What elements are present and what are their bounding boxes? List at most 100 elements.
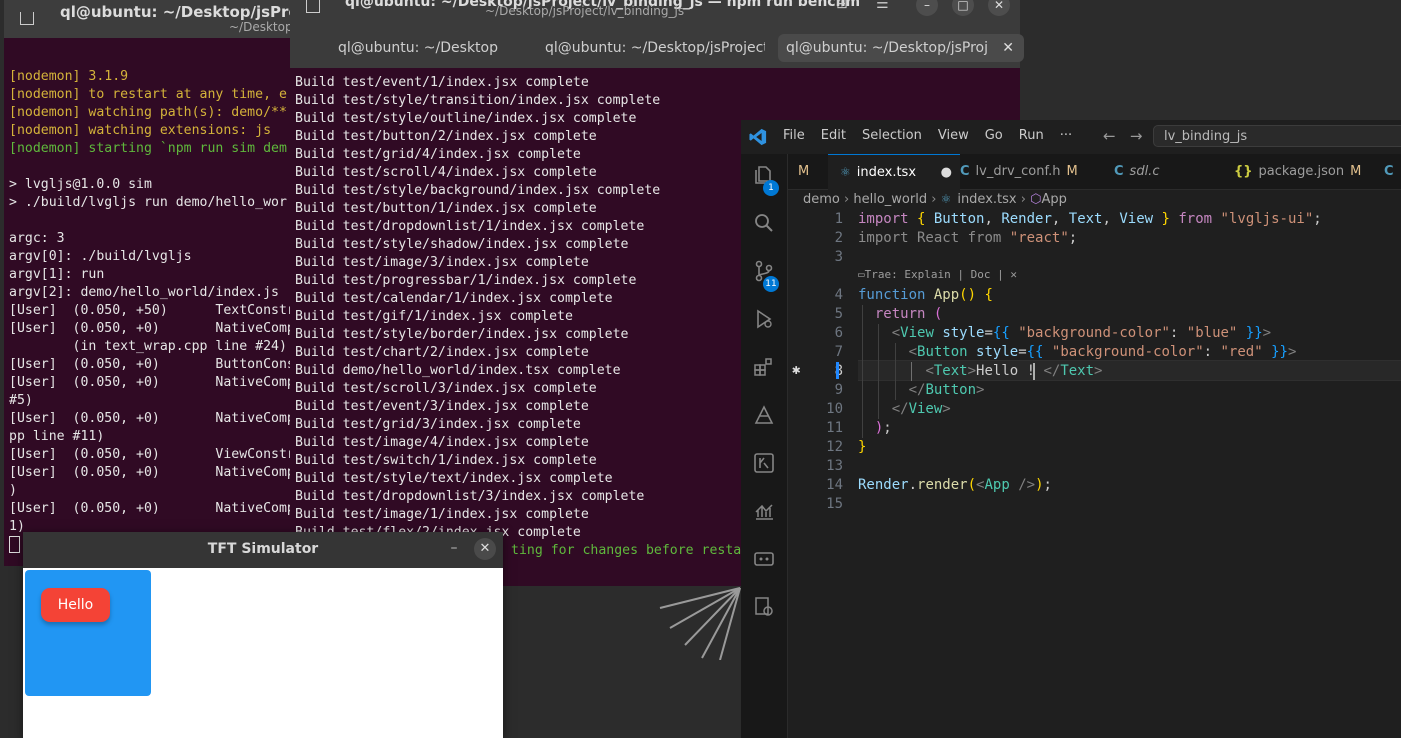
- code-line: <Button style={{ "background-color": "re…: [908, 344, 1297, 360]
- menu-item-edit[interactable]: Edit: [821, 128, 846, 143]
- codelens-text: Trae: Explain | Doc | ✕: [864, 268, 1017, 281]
- tft-simulator-window[interactable]: TFT Simulator – ✕ Hello: [23, 532, 503, 738]
- terminal-line: Build test/style/shadow/index.jsx comple…: [295, 237, 629, 252]
- hamburger-menu-icon[interactable]: ☰: [876, 0, 889, 12]
- settings-sync-icon[interactable]: [751, 596, 777, 622]
- terminal-window-1[interactable]: ql@ubuntu: ~/Desktop/jsProject/ ~/Deskto…: [4, 0, 336, 566]
- menu-item-file[interactable]: File: [783, 128, 805, 143]
- run-debug-icon[interactable]: [751, 308, 777, 334]
- terminal-tab-2[interactable]: ql@ubuntu: ~/Desktop/jsProject/: [545, 34, 765, 62]
- terminal-line: argv[0]: ./build/lvgljs: [9, 249, 192, 264]
- device-icon[interactable]: [751, 548, 777, 574]
- terminal-line: (in text_wrap.cpp line #24): [9, 339, 287, 354]
- editor-tab[interactable]: Clv_drv_conf.h M: [948, 154, 1114, 189]
- tab-modified-flag: M: [1350, 164, 1362, 179]
- trae-ai-icon[interactable]: [751, 404, 777, 430]
- editor-tab[interactable]: ⚛ index.tsx ●: [828, 154, 960, 190]
- forward-arrow-icon[interactable]: →: [1130, 127, 1143, 145]
- terminal-line: argc: 3: [9, 231, 65, 246]
- breadcrumb-item[interactable]: hello_world: [853, 192, 927, 207]
- terminal-line: Build test/scroll/4/index.jsx complete: [295, 165, 597, 180]
- breadcrumb-item[interactable]: index.tsx: [957, 192, 1016, 207]
- line-number: 9: [834, 382, 843, 398]
- analytics-icon[interactable]: [751, 500, 777, 526]
- terminal-line: Build test/style/text/index.jsx complete: [295, 471, 613, 486]
- code-editor[interactable]: 123456789101112131415 ✱ import { Button,…: [788, 210, 1401, 738]
- terminal-line: Build test/button/1/index.jsx complete: [295, 201, 597, 216]
- terminal-line: Build test/grid/4/index.jsx complete: [295, 147, 581, 162]
- hello-button[interactable]: Hello: [41, 588, 110, 622]
- minimize-icon[interactable]: –: [916, 0, 938, 16]
- tft-titlebar[interactable]: TFT Simulator – ✕: [23, 532, 503, 568]
- vscode-logo-icon: [749, 128, 767, 146]
- terminal-line: Build test/switch/1/index.jsx complete: [295, 453, 597, 468]
- c-file-icon: C: [1384, 164, 1394, 179]
- line-number: 2: [834, 230, 843, 246]
- terminal-line: Build test/style/outline/index.jsx compl…: [295, 111, 637, 126]
- code-line: <Text>Hello ! </Text>: [925, 363, 1103, 379]
- line-number: 7: [834, 344, 843, 360]
- editor-tab[interactable]: C: [1372, 154, 1401, 189]
- source-control-badge: 11: [763, 276, 779, 292]
- terminal-line: pp line #11): [9, 429, 105, 444]
- tab-modified-flag: M: [798, 164, 810, 179]
- breadcrumb-item[interactable]: demo: [803, 192, 840, 207]
- tab-label: package.json: [1258, 164, 1345, 179]
- terminal-line: Build test/image/1/index.jsx complete: [295, 507, 589, 522]
- close-icon[interactable]: ✕: [474, 538, 496, 560]
- close-tab-icon[interactable]: ✕: [1002, 34, 1014, 62]
- vscode-window[interactable]: File Edit Selection View Go Run ··· ← → lv_bin…: [741, 120, 1401, 738]
- terminal-line: [nodemon] 3.1.9: [9, 69, 129, 84]
- maximize-icon[interactable]: □: [952, 0, 974, 16]
- extensions-icon[interactable]: [751, 356, 777, 382]
- tsx-file-icon: ⚛: [940, 192, 952, 206]
- codelens-icon: ▭: [858, 268, 865, 281]
- tab-label: lv_drv_conf.h: [975, 164, 1061, 179]
- terminal-tabs: ql@ubuntu: ~/Desktop ql@ubuntu: ~/Deskto…: [290, 34, 1024, 64]
- terminal-2-output[interactable]: Build test/event/1/index.jsx complete Bui…: [295, 74, 749, 560]
- code-line: return (: [874, 306, 943, 322]
- tab-label: ql@ubuntu: ~/Desktop: [338, 40, 498, 56]
- terminal-1-output[interactable]: [nodemon] 3.1.9 [nodemon] to restart at a…: [9, 68, 295, 556]
- terminal-1-header[interactable]: ql@ubuntu: ~/Desktop/jsProject/ ~/Deskto…: [4, 0, 336, 38]
- minimize-icon[interactable]: –: [443, 538, 465, 560]
- editor-tab[interactable]: Csdl.c: [1102, 154, 1234, 189]
- line-number: 4: [834, 287, 843, 303]
- terminal-2-header[interactable]: ql@ubuntu: ~/Desktop/jsProject/lv_bindin…: [290, 0, 1024, 68]
- remote-explorer-icon[interactable]: [751, 452, 777, 478]
- terminal-line: [nodemon] watching extensions: js: [9, 123, 272, 138]
- activity-bar: 1 11: [741, 154, 788, 738]
- line-number: 5: [834, 306, 843, 322]
- search-icon[interactable]: [751, 212, 777, 238]
- tab-label: sdl.c: [1129, 164, 1160, 179]
- close-icon[interactable]: ✕: [988, 0, 1010, 16]
- editor-tab[interactable]: {} package.json M: [1222, 154, 1384, 189]
- menu-item-go[interactable]: Go: [985, 128, 1003, 143]
- terminal-tab-1[interactable]: ql@ubuntu: ~/Desktop: [338, 34, 538, 62]
- code-content[interactable]: import { Button, Render, Text, View } fr…: [858, 210, 1322, 493]
- code-lens[interactable]: ▭Trae: Explain | Doc | ✕: [858, 268, 1017, 281]
- grid-view-icon[interactable]: ⊞: [836, 0, 848, 12]
- menu-item-run[interactable]: Run: [1019, 128, 1044, 143]
- new-tab-icon[interactable]: [306, 0, 320, 13]
- command-center-search[interactable]: lv_binding_js: [1153, 125, 1401, 147]
- breadcrumb-item[interactable]: App: [1041, 192, 1066, 207]
- terminal-line: Build test/dropdownlist/1/index.jsx comp…: [295, 219, 645, 234]
- terminal-line: Build test/gif/1/index.jsx complete: [295, 309, 573, 324]
- ai-sparkle-icon[interactable]: ✱: [792, 362, 800, 378]
- menu-bar: File Edit Selection View Go Run ···: [783, 128, 1088, 143]
- menu-item-view[interactable]: View: [938, 128, 969, 143]
- terminal-line: [nodemon] watching path(s): demo/**: [9, 105, 287, 120]
- menu-item-selection[interactable]: Selection: [862, 128, 922, 143]
- back-arrow-icon[interactable]: ←: [1103, 127, 1116, 145]
- editor-tab[interactable]: M: [792, 154, 830, 189]
- menu-item-[interactable]: ···: [1060, 128, 1072, 143]
- code-line: import React from "react";: [858, 230, 1078, 246]
- terminal-line: Build test/event/3/index.jsx complete: [295, 399, 589, 414]
- code-line: }: [858, 439, 867, 455]
- terminal-line: Build test/calendar/1/index.jsx complete: [295, 291, 613, 306]
- terminal-tab-3[interactable]: ql@ubuntu: ~/Desktop/jsProj ✕: [778, 34, 1024, 62]
- new-tab-icon[interactable]: [20, 12, 34, 25]
- terminal-line: Build demo/hello_world/index.tsx complet…: [295, 363, 621, 378]
